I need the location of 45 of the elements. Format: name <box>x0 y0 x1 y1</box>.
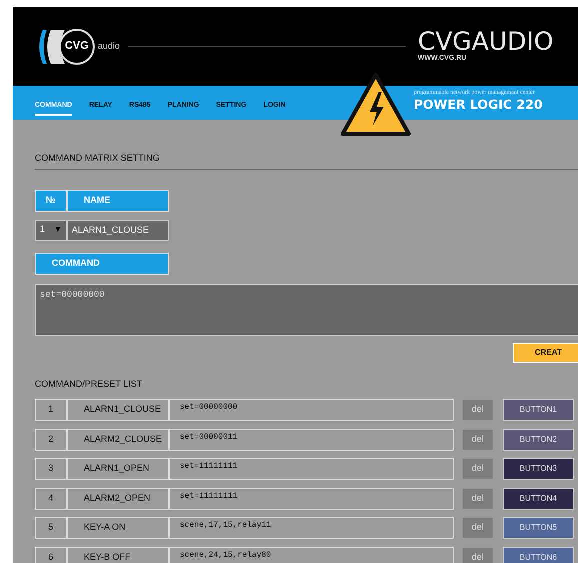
command-field[interactable]: set=00000000 <box>35 284 578 336</box>
delete-button[interactable]: del <box>462 458 494 480</box>
table-cell: scene,24,15,relay80 <box>169 546 454 563</box>
preset-button[interactable]: BUTTON2 <box>503 428 574 450</box>
table-cell: set=11111111 <box>169 488 454 510</box>
section-title: COMMAND/PRESET LIST <box>35 378 144 390</box>
product-name: POWER LOGIC 220 <box>414 98 544 112</box>
preset-button[interactable]: BUTTON1 <box>503 399 574 421</box>
table-cell: ALARM2_OPEN <box>67 488 169 510</box>
table-cell: ALARN1_OPEN <box>67 458 169 480</box>
table-cell: KEY-A ON <box>67 517 169 539</box>
table-cell: 3 <box>35 458 67 480</box>
preset-button[interactable]: BUTTON3 <box>503 458 574 480</box>
brand-name: CVGAUDIO <box>418 28 555 54</box>
table-cell: 1 <box>35 399 67 421</box>
delete-button[interactable]: del <box>462 517 494 539</box>
preset-button[interactable]: BUTTON4 <box>503 488 574 510</box>
delete-button[interactable]: del <box>462 399 494 421</box>
create-button[interactable]: CREAT <box>513 342 578 362</box>
logo-text: audio <box>98 40 120 53</box>
table-header: № <box>35 190 67 212</box>
table-cell: 2 <box>35 428 67 450</box>
section-header: COMMAND <box>35 252 169 274</box>
preset-button[interactable]: BUTTON6 <box>503 546 574 563</box>
caret-icon: ▼ <box>54 224 62 236</box>
number-select[interactable]: 1 ▼ <box>35 220 67 240</box>
section-title: COMMAND MATRIX SETTING <box>35 152 578 170</box>
logo-mark: CVG <box>59 28 95 64</box>
warning-icon <box>340 72 412 138</box>
table-cell: set=00000000 <box>169 399 454 421</box>
table-cell: scene,17,15,relay11 <box>169 517 454 539</box>
table-header: NAME <box>67 190 169 212</box>
name-field[interactable]: ALARN1_CLOUSE <box>67 220 169 240</box>
table-cell: KEY-B OFF <box>67 546 169 563</box>
delete-button[interactable]: del <box>462 488 494 510</box>
table-cell: set=00000011 <box>169 428 454 450</box>
delete-button[interactable]: del <box>462 546 494 563</box>
table-cell: ALARN1_CLOUSE <box>67 399 169 421</box>
table-cell: ALARM2_CLOUSE <box>67 428 169 450</box>
table-cell: 6 <box>35 546 67 563</box>
delete-button[interactable]: del <box>462 428 494 450</box>
table-cell: set=11111111 <box>169 458 454 480</box>
preset-button[interactable]: BUTTON5 <box>503 517 574 539</box>
table-cell: 4 <box>35 488 67 510</box>
table-cell: 5 <box>35 517 67 539</box>
